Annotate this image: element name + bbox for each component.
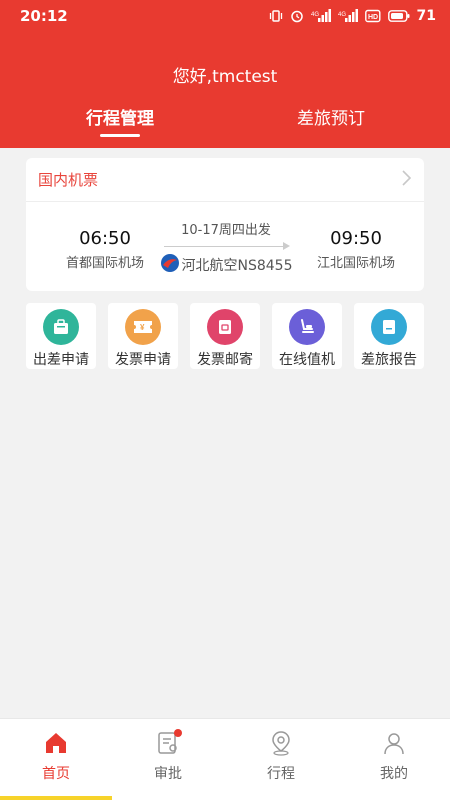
vibrate-icon xyxy=(269,9,283,23)
quick-actions: 出差申请 ¥ 发票申请 发票邮寄 在线值机 差旅报告 xyxy=(26,303,424,369)
action-travel-application[interactable]: 出差申请 xyxy=(26,303,96,369)
user-icon xyxy=(380,729,408,757)
status-icons: 4G 4G HD 71 xyxy=(269,8,436,24)
greeting-text: 您好,tmctest xyxy=(172,67,278,87)
tab-active-indicator xyxy=(100,134,140,137)
header: 您好,tmctest 行程管理 差旅预订 xyxy=(0,32,450,148)
trip-card-header[interactable]: 国内机票 xyxy=(26,158,424,202)
arrival-time: 09:50 xyxy=(330,228,382,249)
notification-badge xyxy=(174,729,182,737)
nav-label: 行程 xyxy=(267,766,295,782)
svg-text:HD: HD xyxy=(368,14,378,21)
flight-info: 06:50 首都国际机场 10-17周四出发 河北航空NS8455 09:50 … xyxy=(26,202,424,291)
signal-icon: 4G xyxy=(338,9,358,23)
bottom-nav: 首页 审批 行程 我的 xyxy=(0,718,450,800)
action-online-checkin[interactable]: 在线值机 xyxy=(272,303,342,369)
svg-text:4G: 4G xyxy=(311,12,319,18)
home-indicator xyxy=(0,796,112,800)
arrival-airport: 江北国际机场 xyxy=(316,256,395,271)
nav-itinerary[interactable]: 行程 xyxy=(225,719,337,797)
departure-date: 10-17周四出发 xyxy=(181,223,271,238)
action-label: 出差申请 xyxy=(33,352,89,368)
action-label: 在线值机 xyxy=(279,352,335,368)
airline-flight-number: 河北航空NS8455 xyxy=(181,258,293,274)
departure: 06:50 首都国际机场 xyxy=(45,228,165,271)
location-icon xyxy=(267,729,295,757)
nav-approval[interactable]: 审批 xyxy=(112,719,224,797)
flight-middle: 10-17周四出发 河北航空NS8455 xyxy=(158,219,294,277)
signal-icon: 4G xyxy=(311,9,331,23)
departure-time: 06:50 xyxy=(79,228,131,249)
nav-label: 我的 xyxy=(380,766,408,782)
action-label: 发票邮寄 xyxy=(197,352,253,368)
arrival: 09:50 江北国际机场 xyxy=(296,228,416,271)
status-bar: 20:12 4G 4G HD 71 xyxy=(0,0,450,32)
action-label: 发票申请 xyxy=(115,352,171,368)
mail-icon xyxy=(207,309,243,345)
action-invoice-application[interactable]: ¥ 发票申请 xyxy=(108,303,178,369)
flight-arrow xyxy=(164,241,290,251)
tab-travel-booking[interactable]: 差旅预订 xyxy=(261,104,401,129)
action-invoice-mailing[interactable]: 发票邮寄 xyxy=(190,303,260,369)
status-time: 20:12 xyxy=(20,7,68,25)
tab-trip-management[interactable]: 行程管理 xyxy=(50,104,190,129)
hd-icon: HD xyxy=(364,9,381,23)
nav-home[interactable]: 首页 xyxy=(0,719,112,797)
svg-text:¥: ¥ xyxy=(140,323,145,332)
airline: 河北航空NS8455 xyxy=(158,253,294,277)
nav-label: 审批 xyxy=(154,766,182,782)
action-label: 差旅报告 xyxy=(361,352,417,368)
trip-card[interactable]: 国内机票 06:50 首都国际机场 10-17周四出发 河北航空NS8455 0… xyxy=(26,158,424,291)
briefcase-icon xyxy=(43,309,79,345)
home-icon xyxy=(42,729,70,757)
ticket-icon: ¥ xyxy=(125,309,161,345)
battery-level: 71 xyxy=(416,8,436,24)
seat-icon xyxy=(289,309,325,345)
airline-logo-icon xyxy=(160,253,180,277)
approval-icon xyxy=(154,729,182,757)
action-travel-report[interactable]: 差旅报告 xyxy=(354,303,424,369)
header-tabs: 行程管理 差旅预订 xyxy=(0,104,450,140)
nav-profile[interactable]: 我的 xyxy=(338,719,450,797)
battery-icon xyxy=(387,10,410,22)
chevron-right-icon[interactable] xyxy=(400,169,412,191)
alarm-icon xyxy=(290,9,304,23)
trip-card-title: 国内机票 xyxy=(38,171,99,189)
svg-text:4G: 4G xyxy=(338,12,346,18)
report-icon xyxy=(371,309,407,345)
departure-airport: 首都国际机场 xyxy=(65,256,144,271)
nav-label: 首页 xyxy=(42,766,70,782)
